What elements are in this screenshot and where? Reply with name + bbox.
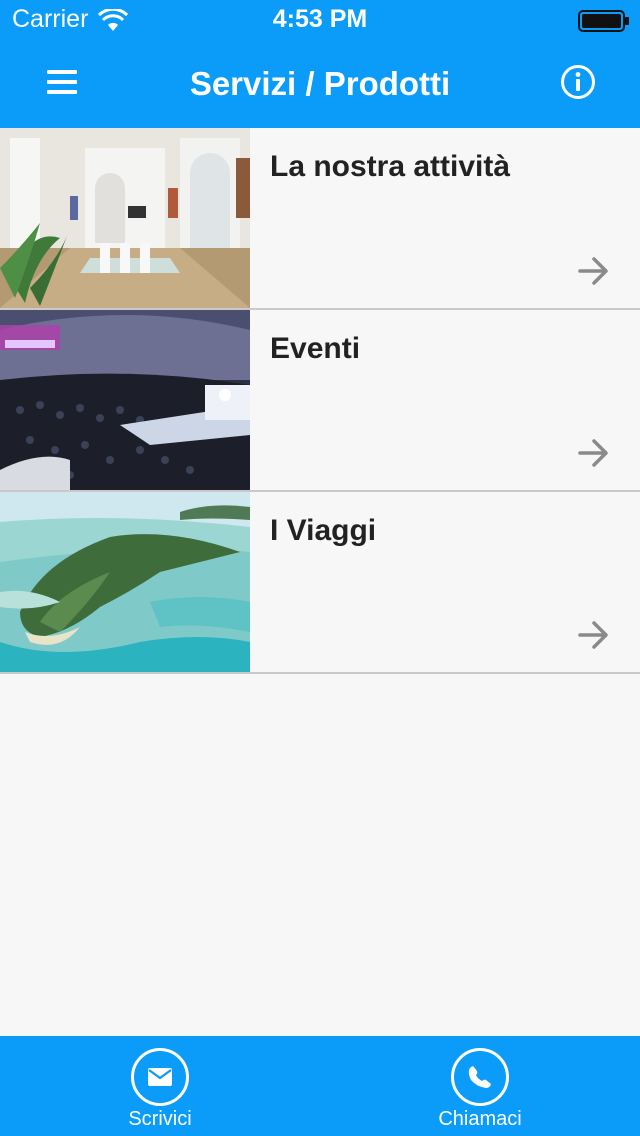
arrow-right-icon	[578, 256, 610, 286]
battery-icon	[578, 10, 630, 32]
list-item[interactable]: I Viaggi	[0, 492, 640, 674]
write-us-button[interactable]: Scrivici	[80, 1036, 240, 1136]
tropical-island-aerial-photo	[0, 492, 250, 672]
info-icon	[560, 64, 596, 105]
status-bar: Carrier 4:53 PM	[0, 0, 640, 40]
arrow-right-icon	[578, 620, 610, 650]
envelope-icon	[131, 1048, 189, 1106]
hamburger-menu-icon	[47, 69, 77, 100]
list-item[interactable]: Eventi	[0, 310, 640, 492]
concert-crowd-photo	[0, 310, 250, 490]
phone-icon	[451, 1048, 509, 1106]
bottom-tab-bar: Scrivici Chiamaci	[0, 1036, 640, 1136]
info-button[interactable]	[556, 62, 600, 106]
list-item-title: Eventi	[270, 332, 361, 365]
call-us-label: Chiamaci	[438, 1108, 522, 1130]
services-list: La nostra attività Eventi I Viaggi	[0, 128, 640, 674]
list-item-title: La nostra attività	[270, 150, 511, 183]
arrow-right-icon	[578, 438, 610, 468]
office-meeting-room-photo	[0, 128, 250, 308]
status-time: 4:53 PM	[272, 5, 368, 33]
call-us-button[interactable]: Chiamaci	[400, 1036, 560, 1136]
list-item[interactable]: La nostra attività	[0, 128, 640, 310]
list-item-title: I Viaggi	[270, 514, 377, 547]
top-bar: Carrier 4:53 PM Servizi / Prodotti	[0, 0, 640, 128]
write-us-label: Scrivici	[128, 1108, 192, 1130]
navigation-bar: Servizi / Prodotti	[0, 40, 640, 128]
menu-button[interactable]	[40, 62, 84, 106]
page-title: Servizi / Prodotti	[189, 65, 451, 102]
